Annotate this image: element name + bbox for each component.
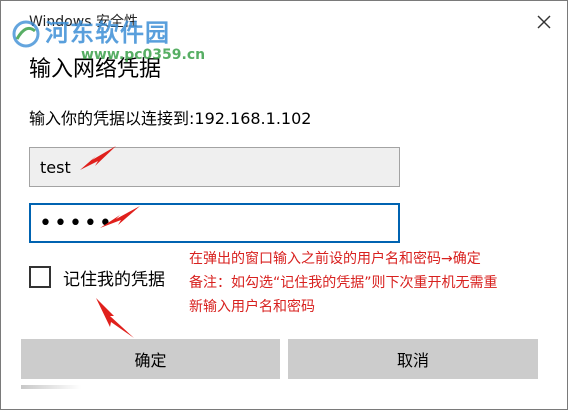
remember-label: 记住我的凭据 bbox=[63, 270, 165, 290]
connection-text: 输入你的凭据以连接到:192.168.1.102 bbox=[29, 109, 312, 128]
close-button[interactable] bbox=[531, 9, 557, 35]
close-icon bbox=[537, 15, 551, 29]
cancel-button[interactable]: 取消 bbox=[288, 339, 538, 379]
annotation-line-2: 备注：如勾选“记住我的凭据”则下次重开机无需重 bbox=[189, 275, 498, 291]
password-field[interactable] bbox=[29, 203, 400, 243]
ok-button[interactable]: 确定 bbox=[21, 339, 280, 379]
annotation-line-3: 新输入用户名和密码 bbox=[189, 299, 315, 315]
title-bar: Windows 安全性 bbox=[1, 1, 567, 41]
window-title: Windows 安全性 bbox=[29, 14, 138, 30]
username-field[interactable] bbox=[29, 147, 400, 187]
credentials-dialog: Windows 安全性 输入网络凭据 河东软件园 www.pc0359.cn 输… bbox=[0, 0, 568, 410]
checkbox-box[interactable] bbox=[29, 266, 51, 288]
instruction-annotation: 在弹出的窗口输入之前设的用户名和密码→确定 备注：如勾选“记住我的凭据”则下次重… bbox=[189, 247, 565, 319]
scroll-indicator bbox=[21, 385, 81, 389]
page-title: 输入网络凭据 bbox=[29, 57, 162, 82]
annotation-line-1: 在弹出的窗口输入之前设的用户名和密码→确定 bbox=[189, 251, 481, 267]
